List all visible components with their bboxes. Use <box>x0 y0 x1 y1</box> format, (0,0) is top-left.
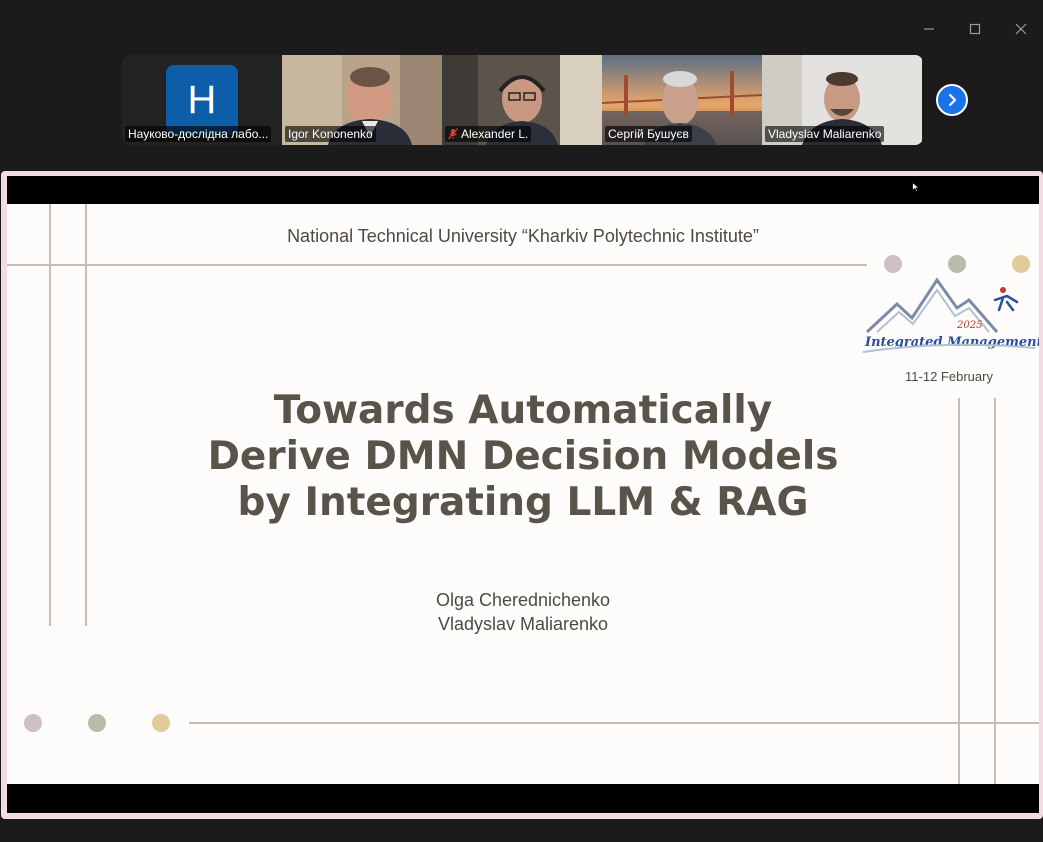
maximize-icon <box>969 23 981 35</box>
participant-name-label: Alexander L. <box>445 126 532 142</box>
participant-name: Igor Kononenko <box>288 127 373 141</box>
conference-dates: 11-12 February <box>905 369 993 384</box>
participant-name-label: Науково-дослідна лабо... <box>125 126 272 142</box>
deco-dot <box>948 255 966 273</box>
screen-share-frame: National Technical University “Kharkiv P… <box>1 171 1043 819</box>
deco-dot <box>152 714 170 732</box>
slide-title-line: by Integrating LLM & RAG <box>237 480 809 525</box>
participant-name: Науково-дослідна лабо... <box>128 127 269 141</box>
slide-title-line: Derive DMN Decision Models <box>207 434 839 479</box>
participant-tile[interactable]: Alexander L. <box>442 55 602 145</box>
deco-dot <box>88 714 106 732</box>
mouse-cursor-icon <box>912 182 920 192</box>
mic-muted-icon <box>448 128 458 140</box>
slide-title: Towards Automatically Derive DMN Decisio… <box>7 388 1039 526</box>
conference-logo: 2025 Integrated Management <box>862 277 1039 353</box>
deco-dot <box>884 255 902 273</box>
avatar: H <box>166 65 238 135</box>
next-participants-button[interactable] <box>936 84 968 116</box>
close-button[interactable] <box>1010 18 1032 40</box>
slide-title-line: Towards Automatically <box>273 388 773 433</box>
screen-share-content[interactable]: National Technical University “Kharkiv P… <box>7 176 1039 813</box>
participant-tile[interactable]: Сергій Бушуєв <box>602 55 762 145</box>
participant-strip: H Науково-дослідна лабо... Igor Kononenk… <box>122 55 923 145</box>
logo-year: 2025 <box>956 320 982 331</box>
chevron-right-icon <box>948 93 957 107</box>
close-icon <box>1015 23 1027 35</box>
participant-name: Vladyslav Maliarenko <box>768 127 882 141</box>
participant-tile[interactable]: H Науково-дослідна лабо... <box>122 55 282 145</box>
participant-name-label: Igor Kononenko <box>285 126 376 142</box>
participant-tile-active-speaker[interactable]: Vladyslav Maliarenko <box>762 55 922 145</box>
participant-name: Alexander L. <box>461 127 529 141</box>
author-name: Vladyslav Maliarenko <box>437 614 609 634</box>
participant-name-label: Сергій Бушуєв <box>605 126 692 142</box>
minimize-button[interactable] <box>918 18 940 40</box>
deco-dot <box>1012 255 1030 273</box>
deco-line <box>189 722 1039 724</box>
deco-line <box>7 264 867 266</box>
maximize-button[interactable] <box>964 18 986 40</box>
presentation-slide: National Technical University “Kharkiv P… <box>7 204 1039 784</box>
participant-name: Сергій Бушуєв <box>608 127 689 141</box>
institution-name: National Technical University “Kharkiv P… <box>287 226 759 246</box>
author-name: Olga Cherednichenko <box>435 590 611 610</box>
minimize-icon <box>924 28 934 30</box>
participant-name-label: Vladyslav Maliarenko <box>765 126 885 142</box>
deco-dot <box>24 714 42 732</box>
participant-tile[interactable]: Igor Kononenko <box>282 55 442 145</box>
